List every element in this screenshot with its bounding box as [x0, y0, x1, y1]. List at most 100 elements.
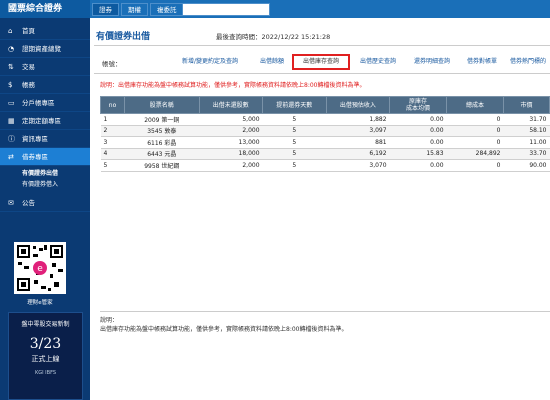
column-header: 股票名稱: [124, 96, 200, 114]
tab-lending-inventory[interactable]: 出借庫存查詢: [292, 54, 350, 70]
sidebar-item-label: 首頁: [22, 27, 35, 35]
cell-price: 31.70: [503, 113, 550, 126]
cell-days: 5: [262, 113, 327, 126]
qr-code: e: [14, 242, 66, 294]
account-label: 帳號：: [102, 60, 122, 68]
home-icon: ⌂: [8, 27, 13, 35]
column-header: 出借預估收入: [325, 96, 391, 114]
cell-stock-name: 2009 第一銅: [124, 113, 200, 126]
cell-income: 1,882: [326, 113, 390, 126]
tab-futures[interactable]: 期權: [121, 3, 148, 16]
table-row: 2 3545 敦泰 2,000 5 3,097 0.00 0 58.10: [100, 125, 550, 137]
cell-income: 3,097: [326, 125, 390, 137]
table-row: 5 9958 世紀鋼 2,000 5 3,070 0.00 0 90.00: [100, 159, 550, 172]
table-row: 3 6116 彩晶 13,000 5 881 0.00 0 11.00: [100, 136, 550, 149]
cell-total-cost: 0: [446, 125, 504, 137]
cell-avg-cost: 0.00: [389, 113, 447, 126]
cell-income: 881: [326, 136, 390, 149]
column-header: 總成本: [446, 96, 504, 114]
cell-total-cost: 0: [446, 136, 504, 149]
svg-text:e: e: [37, 264, 43, 274]
sidebar-item-label: 借券專區: [22, 153, 48, 161]
sidebar-item-announcement[interactable]: ✉ 公告: [0, 194, 90, 212]
lending-icon: ⇄: [8, 153, 14, 161]
sidebar-item-label: 公告: [22, 199, 35, 207]
sidebar-item-label: 資訊專區: [22, 135, 48, 143]
cell-price: 33.70: [503, 148, 550, 160]
cell-days: 5: [262, 125, 327, 137]
column-header: no: [99, 96, 126, 114]
cell-price: 90.00: [503, 159, 550, 172]
sidebar-item-home[interactable]: ⌂ 首頁: [0, 22, 90, 40]
promo-subtitle: 正式上線: [31, 355, 60, 363]
top-tabs: 證券 期權 複委託: [92, 3, 186, 16]
cell-no: 3: [100, 136, 125, 149]
qr-label: 理財e管家: [27, 300, 53, 306]
trade-icon: ⇅: [8, 63, 14, 71]
search-input[interactable]: [182, 3, 270, 16]
sidebar-subitem-borrow[interactable]: 有價證券借入: [0, 179, 90, 190]
tab-hot-targets[interactable]: 借券熱門標的: [506, 54, 550, 70]
sidebar-item-label: 證期資產總覽: [22, 45, 61, 53]
cell-avg-cost: 0.00: [389, 125, 447, 137]
lending-inventory-table: no 股票名稱 出借未還股數 提前還券天數 出借預估收入 原庫存 成本均價 總成…: [99, 96, 550, 172]
promo-brand: KGI IBFS: [34, 370, 57, 376]
sidebar-item-account[interactable]: $ 帳務: [0, 76, 90, 94]
cell-stock-name: 6116 彩晶: [124, 136, 200, 149]
tab-statement[interactable]: 借券對帳單: [460, 54, 504, 70]
sidebar-item-trade[interactable]: ⇅ 交易: [0, 58, 90, 76]
ledger-icon: ▭: [8, 99, 15, 107]
cell-total-cost: 284,892: [446, 148, 504, 160]
tab-lending-balance[interactable]: 出借餘額: [252, 54, 292, 70]
main-content: 有價證券出借 最後查詢時間：2022/12/22 15:21:28 帳號： 新增…: [90, 18, 550, 400]
page-title: 有價證券出借: [96, 32, 151, 42]
cell-no: 4: [100, 148, 125, 160]
footer-text: 出借庫存功能為盤中帳務試算功能，僅供參考，實際帳務資料請依晚上8:00轉檔後資料…: [100, 326, 348, 333]
sidebar-item-label: 定期定額專區: [22, 117, 61, 125]
cell-total-cost: 0: [446, 159, 504, 172]
notice-text: 說明：出借庫存功能為盤中帳務試算功能，僅供參考，實際帳務資料請依晚上8:00轉檔…: [100, 82, 366, 89]
table-row: 1 2009 第一銅 5,000 5 1,882 0.00 0 31.70: [100, 113, 550, 126]
cell-total-cost: 0: [446, 113, 504, 126]
top-bar: 國票綜合證券 證券 期權 複委託: [0, 0, 550, 18]
cell-no: 2: [100, 125, 125, 137]
footer-title: 說明：: [100, 317, 119, 324]
function-tabs: 新增/變更約定及查詢 出借餘額 出借庫存查詢 出借歷史查詢 還券明細查詢 借券對…: [170, 54, 550, 70]
table-header: no 股票名稱 出借未還股數 提前還券天數 出借預估收入 原庫存 成本均價 總成…: [99, 96, 550, 114]
cell-avg-cost: 0.00: [389, 159, 447, 172]
divider: [94, 73, 550, 74]
footer-note: 說明： 出借庫存功能為盤中帳務試算功能，僅供參考，實際帳務資料請依晚上8:00轉…: [100, 316, 347, 334]
brand-logo[interactable]: 國票綜合證券: [0, 0, 90, 18]
cell-price: 11.00: [503, 136, 550, 149]
cell-shares: 2,000: [199, 125, 263, 137]
cell-shares: 2,000: [199, 159, 263, 172]
cell-no: 1: [100, 113, 125, 126]
tab-securities[interactable]: 證券: [92, 3, 119, 16]
sidebar-item-label: 帳務: [22, 81, 35, 89]
tab-return-details[interactable]: 還券明細查詢: [406, 54, 458, 70]
cell-stock-name: 3545 敦泰: [124, 125, 200, 137]
column-header: 原庫存 成本均價: [389, 96, 448, 114]
account-icon: $: [8, 81, 13, 89]
sidebar-item-label: 交易: [22, 63, 35, 71]
cell-days: 5: [262, 148, 327, 160]
sidebar-subitem-lend[interactable]: 有價證券出借: [0, 168, 90, 179]
sidebar-item-regular-investment[interactable]: ▦ 定期定額專區: [0, 112, 90, 130]
cell-days: 5: [262, 159, 327, 172]
sidebar-item-lending[interactable]: ⇄ 借券專區: [0, 148, 90, 166]
info-icon: ⓘ: [8, 135, 15, 143]
promo-banner[interactable]: 盤中零股交易新制 3/23 正式上線 KGI IBFS: [8, 312, 83, 400]
sidebar-item-ledger[interactable]: ▭ 分戶帳專區: [0, 94, 90, 112]
lending-submenu: 有價證券出借 有價證券借入: [0, 166, 90, 194]
cell-shares: 13,000: [199, 136, 263, 149]
sidebar-item-portfolio[interactable]: ◔ 證期資產總覽: [0, 40, 90, 58]
sidebar-item-info[interactable]: ⓘ 資訊專區: [0, 130, 90, 148]
portfolio-icon: ◔: [8, 45, 15, 53]
tab-subbrokerage[interactable]: 複委託: [150, 3, 184, 16]
tab-lending-history[interactable]: 出借歷史查詢: [352, 54, 404, 70]
cell-stock-name: 6443 元晶: [124, 148, 200, 160]
tab-agreement[interactable]: 新增/變更約定及查詢: [170, 54, 250, 70]
cell-income: 3,070: [326, 159, 390, 172]
table-row: 4 6443 元晶 18,000 5 6,192 15.83 284,892 3…: [100, 148, 550, 160]
cell-avg-cost: 15.83: [389, 148, 447, 160]
